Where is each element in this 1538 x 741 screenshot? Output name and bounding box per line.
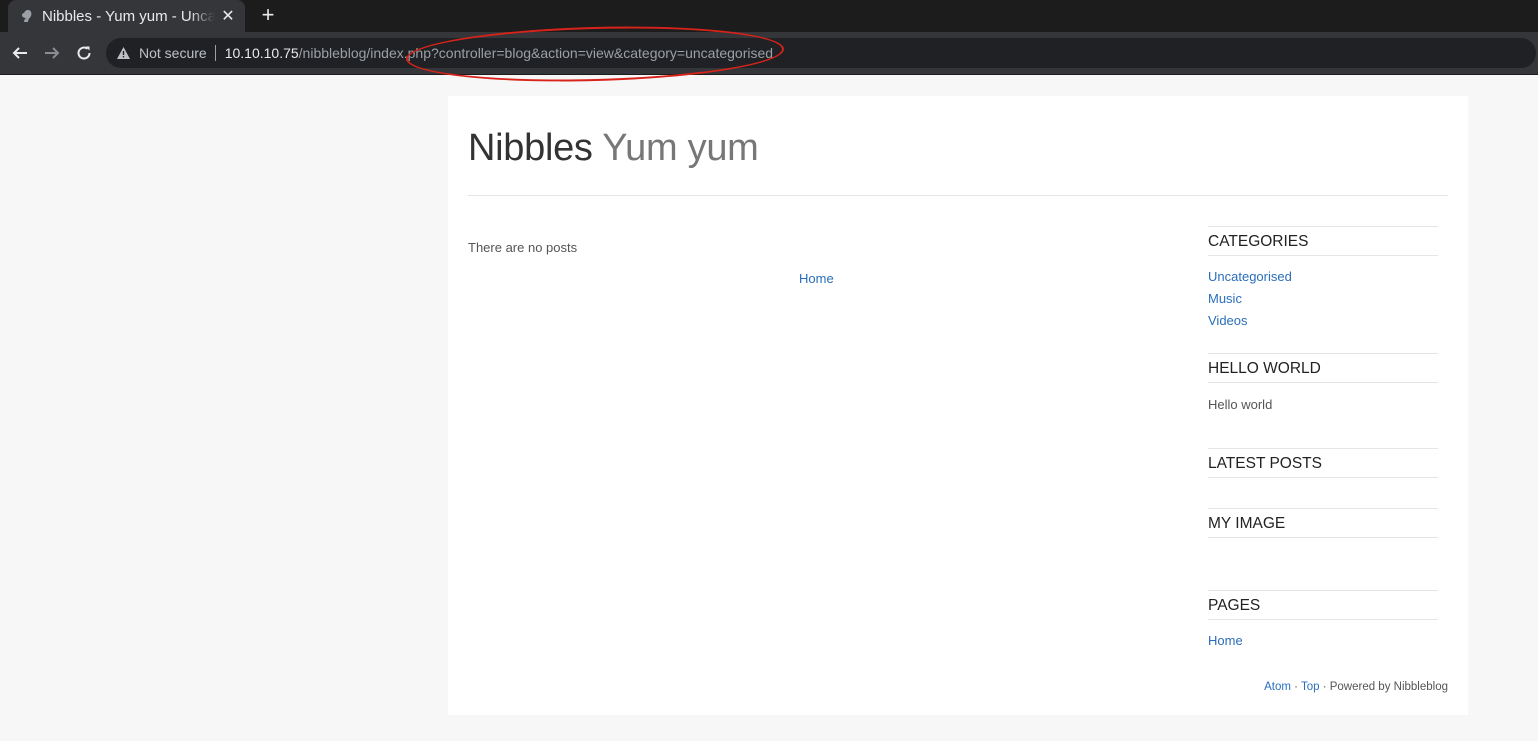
category-link-videos[interactable]: Videos xyxy=(1208,310,1438,332)
pages-title: PAGES xyxy=(1208,591,1438,620)
category-link-uncategorised[interactable]: Uncategorised xyxy=(1208,266,1438,288)
hello-world-text: Hello world xyxy=(1208,397,1273,412)
header-divider xyxy=(468,195,1448,196)
forward-button[interactable] xyxy=(40,41,64,65)
browser-toolbar: Not secure 10.10.10.75/nibbleblog/index.… xyxy=(0,32,1538,75)
new-tab-button[interactable]: + xyxy=(256,4,280,28)
my-image-widget: MY IMAGE xyxy=(1208,508,1438,590)
address-bar[interactable]: Not secure 10.10.10.75/nibbleblog/index.… xyxy=(106,38,1536,68)
browser-tab[interactable]: Nibbles - Yum yum - Uncategorised ✕ xyxy=(8,0,245,32)
pager-home-link[interactable]: Home xyxy=(799,271,834,286)
blog-page: Nibbles Yum yum There are no posts Home … xyxy=(448,96,1468,715)
url-text[interactable]: 10.10.10.75/nibbleblog/index.php?control… xyxy=(225,45,773,61)
page-link-home[interactable]: Home xyxy=(1208,630,1438,652)
hello-world-widget: HELLO WORLD Hello world xyxy=(1208,353,1438,448)
empty-posts-message: There are no posts xyxy=(468,240,578,255)
tab-title: Nibbles - Yum yum - Uncategorised xyxy=(42,7,215,25)
my-image-title: MY IMAGE xyxy=(1208,509,1438,538)
pages-widget: PAGES Home xyxy=(1208,590,1438,652)
footer-top-link[interactable]: Top xyxy=(1301,681,1320,693)
my-image-area xyxy=(1208,538,1438,590)
url-host: 10.10.10.75 xyxy=(224,45,299,61)
footer-powered-by: · Powered by Nibbleblog xyxy=(1319,681,1448,693)
categories-widget: CATEGORIES Uncategorised Music Videos xyxy=(1208,226,1438,353)
omnibox-divider xyxy=(214,45,216,61)
latest-posts-widget: LATEST POSTS xyxy=(1208,448,1438,508)
squirrel-favicon-icon xyxy=(18,8,34,24)
reload-icon xyxy=(77,46,91,60)
back-button[interactable] xyxy=(8,41,32,65)
categories-list: Uncategorised Music Videos xyxy=(1208,256,1438,353)
category-link-music[interactable]: Music xyxy=(1208,288,1438,310)
url-path: /nibbleblog/index.php?controller=blog&ac… xyxy=(298,45,774,61)
latest-posts-list xyxy=(1208,478,1438,508)
hello-world-title: HELLO WORLD xyxy=(1208,354,1438,383)
security-label: Not secure xyxy=(139,45,207,61)
warning-triangle-icon xyxy=(117,47,130,59)
pages-list: Home xyxy=(1208,620,1438,652)
sidebar: CATEGORIES Uncategorised Music Videos HE… xyxy=(1208,226,1438,652)
tab-close-icon[interactable]: ✕ xyxy=(219,6,237,26)
site-slogan: Yum yum xyxy=(602,127,759,169)
site-title: Nibbles Yum yum xyxy=(468,127,759,170)
site-name: Nibbles xyxy=(468,127,593,169)
footer-separator: · xyxy=(1290,681,1301,693)
categories-title: CATEGORIES xyxy=(1208,227,1438,256)
reload-button[interactable] xyxy=(72,41,96,65)
forward-arrow-icon xyxy=(45,47,60,59)
latest-posts-title: LATEST POSTS xyxy=(1208,449,1438,478)
footer: Atom · Top · Powered by Nibbleblog xyxy=(1264,681,1448,693)
footer-atom-link[interactable]: Atom xyxy=(1264,681,1291,693)
back-arrow-icon xyxy=(12,47,27,59)
security-indicator[interactable]: Not secure xyxy=(116,45,207,61)
browser-tabstrip: Nibbles - Yum yum - Uncategorised ✕ + xyxy=(0,0,1538,32)
